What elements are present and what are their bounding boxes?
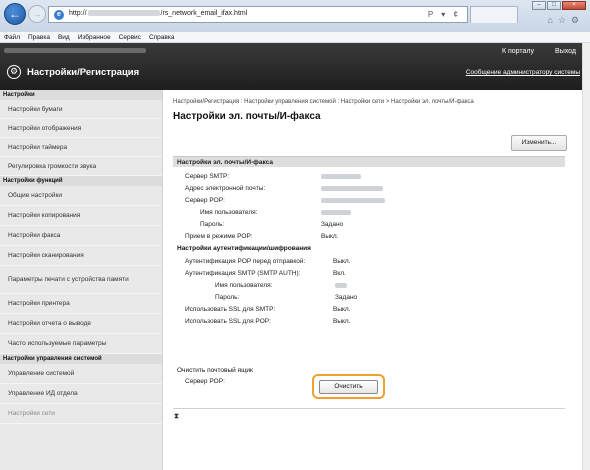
portal-link[interactable]: К порталу — [502, 48, 534, 55]
main-content: Настройки/Регистрация : Настройки управл… — [173, 90, 577, 470]
minimize-icon[interactable]: – — [532, 1, 546, 10]
ie-icon: e — [54, 10, 64, 20]
sidebar-item-memory-print[interactable]: Параметры печати с устройства памяти — [0, 266, 162, 294]
sidebar-item-volume[interactable]: Регулировка громкости звука — [0, 157, 162, 176]
divider — [173, 408, 565, 409]
device-name-redacted — [4, 48, 146, 53]
logout-link[interactable]: Выход — [555, 48, 576, 55]
admin-message-link[interactable]: Сообщение администратору системы — [466, 69, 580, 76]
header-title: Настройки/Регистрация — [27, 67, 140, 78]
smtp-server-label: Сервер SMTP: — [185, 173, 230, 180]
star-icon[interactable]: ☆ — [558, 15, 571, 25]
clear-button-highlight: Очистить — [312, 374, 385, 399]
sidebar-item-scan[interactable]: Настройки сканирования — [0, 246, 162, 266]
clear-mailbox-header: Очистить почтовый ящик — [177, 367, 253, 374]
sidebar-item-printer[interactable]: Настройки принтера — [0, 294, 162, 314]
gear-icon[interactable]: ⚙ — [571, 15, 584, 25]
ssl-smtp-value: Выкл. — [333, 306, 351, 313]
menu-edit[interactable]: Правка — [28, 34, 50, 41]
username-label: Имя пользователя: — [200, 209, 258, 216]
maximize-icon[interactable]: □ — [547, 1, 561, 10]
window-controls: – □ × — [531, 1, 586, 10]
settings-icon: ⚙ — [7, 65, 21, 79]
password2-value: Задано — [335, 294, 358, 301]
ssl-pop-label: Использовать SSL для POP: — [185, 318, 271, 325]
email-address-label: Адрес электронной почты: — [185, 185, 266, 192]
to-top-icon[interactable]: ⧗ — [174, 413, 179, 421]
forward-arrow-icon[interactable]: → — [28, 5, 46, 23]
pop-receive-value: Выкл. — [321, 233, 339, 240]
pop-receive-label: Прием в режиме POP: — [185, 233, 253, 240]
username2-value — [335, 283, 347, 290]
sidebar: Настройки Настройки бумаги Настройки ото… — [0, 90, 163, 470]
vertical-scrollbar[interactable] — [582, 43, 590, 470]
sidebar-item-display[interactable]: Настройки отображения — [0, 119, 162, 138]
pop-before-smtp-value: Выкл. — [333, 258, 351, 265]
sidebar-item-system-management[interactable]: Управление системой — [0, 364, 162, 384]
username-value — [321, 210, 351, 217]
password-label: Пароль: — [200, 221, 225, 228]
close-icon[interactable]: × — [562, 1, 586, 10]
smtp-server-value — [321, 174, 361, 181]
sidebar-item-timer[interactable]: Настройки таймера — [0, 138, 162, 157]
password2-label: Пароль: — [215, 294, 240, 301]
password-value: Задано — [321, 221, 344, 228]
sidebar-item-dept-id[interactable]: Управление ИД отдела — [0, 384, 162, 404]
menu-file[interactable]: Файл — [4, 34, 20, 41]
browser-titlebar: ← → e http:///rs_network_email_ifax.html… — [0, 0, 590, 32]
sidebar-section-system: Настройки управления системой — [0, 354, 162, 364]
pop-server-value — [321, 198, 385, 205]
menu-favorites[interactable]: Избранное — [78, 34, 111, 41]
address-tools[interactable]: P ▾ ¢ — [428, 10, 461, 19]
breadcrumb: Настройки/Регистрация : Настройки управл… — [173, 99, 474, 105]
sidebar-item-general[interactable]: Общие настройки — [0, 186, 162, 206]
back-arrow-icon[interactable]: ← — [4, 3, 26, 25]
menu-bar: Файл Правка Вид Избранное Сервис Справка — [0, 32, 590, 43]
panel-header: Настройки эл. почты/И-факса — [173, 156, 565, 167]
sidebar-section-settings: Настройки — [0, 90, 162, 100]
email-address-value — [321, 186, 383, 193]
menu-help[interactable]: Справка — [149, 34, 175, 41]
menu-view[interactable]: Вид — [58, 34, 70, 41]
sidebar-item-favorites[interactable]: Часто используемые параметры — [0, 334, 162, 354]
clear-button[interactable]: Очистить — [319, 380, 378, 394]
sidebar-item-copy[interactable]: Настройки копирования — [0, 206, 162, 226]
toolbar-icons: ⌂☆⚙ — [547, 15, 584, 26]
clear-pop-label: Сервер POP: — [185, 378, 225, 385]
address-bar[interactable]: e http:///rs_network_email_ifax.html P ▾… — [48, 6, 468, 23]
sidebar-item-paper[interactable]: Настройки бумаги — [0, 100, 162, 119]
ssl-smtp-label: Использовать SSL для SMTP: — [185, 306, 276, 313]
url-text: http:///rs_network_email_ifax.html — [69, 10, 248, 17]
username2-label: Имя пользователя: — [215, 282, 273, 289]
edit-button[interactable]: Изменить... — [511, 135, 567, 151]
ssl-pop-value: Выкл. — [333, 318, 351, 325]
smtp-auth-value: Вкл. — [333, 270, 346, 277]
pop-before-smtp-label: Аутентификация POP перед отправкой: — [185, 258, 306, 265]
smtp-auth-label: Аутентификация SMTP (SMTP AUTH): — [185, 270, 301, 277]
sidebar-section-functions: Настройки функций — [0, 176, 162, 186]
menu-tools[interactable]: Сервис — [119, 34, 141, 41]
home-icon[interactable]: ⌂ — [547, 15, 557, 25]
sidebar-item-fax[interactable]: Настройки факса — [0, 226, 162, 246]
sidebar-item-report[interactable]: Настройки отчета о выводе — [0, 314, 162, 334]
page-title: Настройки эл. почты/И-факса — [173, 111, 321, 122]
app-header: К порталу Выход ⚙ Настройки/Регистрация … — [0, 43, 590, 90]
pop-server-label: Сервер POP: — [185, 197, 225, 204]
auth-encryption-header: Настройки аутентификации/шифрования — [177, 245, 311, 252]
browser-tab[interactable] — [470, 6, 518, 23]
sidebar-item-network[interactable]: Настройки сети — [0, 404, 162, 424]
